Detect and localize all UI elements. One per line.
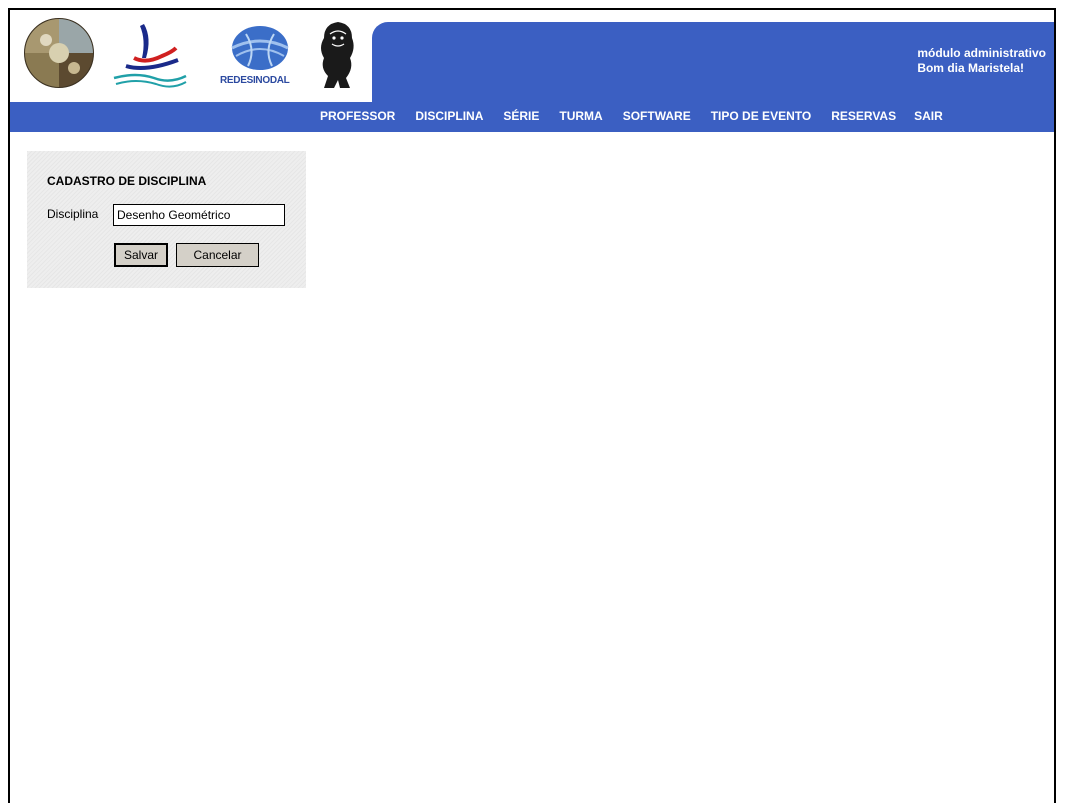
nav-item-tipo-de-evento[interactable]: TIPO DE EVENTO bbox=[711, 109, 811, 123]
nav-item-professor[interactable]: PROFESSOR bbox=[320, 109, 395, 123]
discipline-input[interactable] bbox=[113, 204, 285, 226]
discipline-label: Disciplina bbox=[47, 207, 99, 221]
discipline-form-panel: CADASTRO DE DISCIPLINA Disciplina Salvar… bbox=[27, 151, 306, 288]
site-header: REDESINODAL módulo administrativo Bom di… bbox=[10, 10, 1054, 132]
page-frame: REDESINODAL módulo administrativo Bom di… bbox=[8, 8, 1056, 803]
nav-item-turma[interactable]: TURMA bbox=[559, 109, 602, 123]
nav-item-serie[interactable]: SÉRIE bbox=[503, 109, 539, 123]
module-label: módulo administrativo bbox=[917, 46, 1046, 60]
logo-area: REDESINODAL bbox=[10, 10, 375, 102]
brand-text: REDESINODAL bbox=[220, 75, 290, 86]
nav-item-sair[interactable]: SAIR bbox=[914, 109, 943, 123]
form-title: CADASTRO DE DISCIPLINA bbox=[47, 174, 207, 188]
nav-menu: PROFESSOR DISCIPLINA SÉRIE TURMA SOFTWAR… bbox=[320, 109, 943, 123]
greeting-text: Bom dia Maristela! bbox=[917, 61, 1025, 75]
nav-item-reservas[interactable]: RESERVAS bbox=[831, 109, 896, 123]
lion-logo-icon bbox=[321, 22, 354, 88]
collage-logo-icon bbox=[24, 18, 94, 88]
boat-logo-icon bbox=[113, 24, 187, 88]
nav-item-disciplina[interactable]: DISCIPLINA bbox=[415, 109, 483, 123]
header-user-info: módulo administrativo Bom dia Maristela! bbox=[917, 46, 1046, 76]
cancel-button[interactable]: Cancelar bbox=[176, 243, 259, 267]
save-button[interactable]: Salvar bbox=[114, 243, 168, 267]
nav-item-software[interactable]: SOFTWARE bbox=[623, 109, 691, 123]
